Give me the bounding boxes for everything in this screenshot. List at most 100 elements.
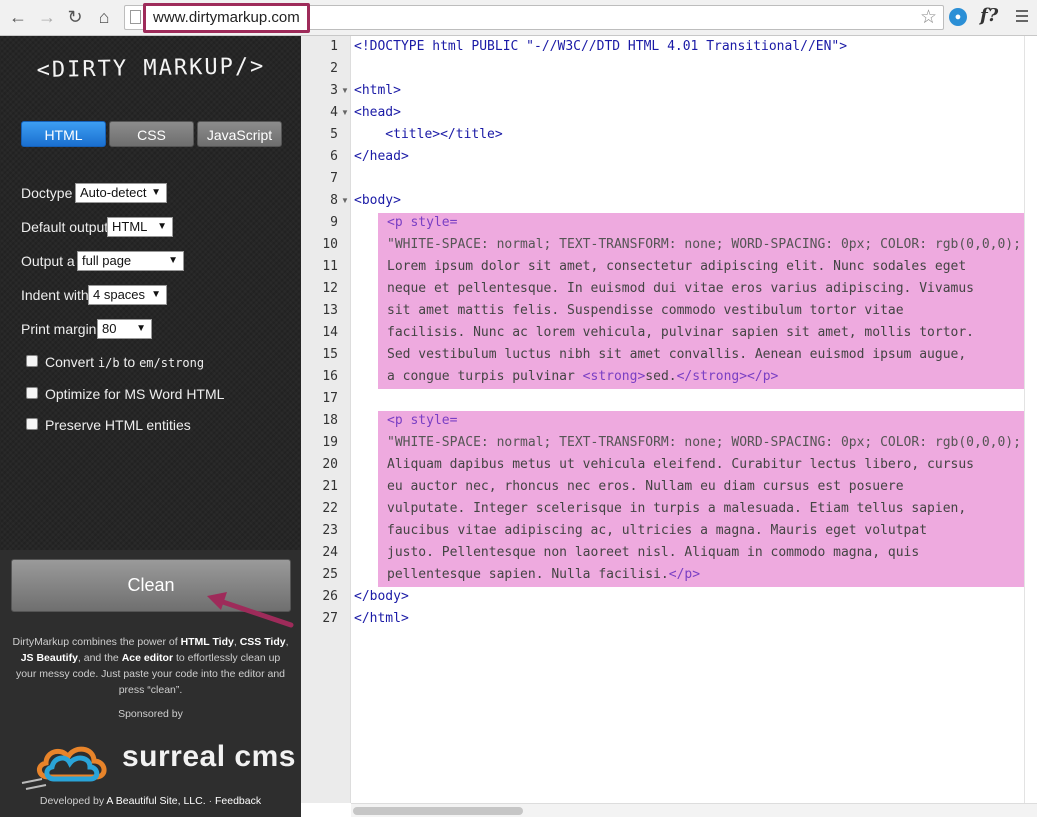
line-number: 12 bbox=[322, 281, 338, 296]
line-number: 1 bbox=[330, 39, 338, 54]
code-text: vulputate. Integer scelerisque in turpis… bbox=[387, 501, 967, 516]
arrow-right-icon[interactable]: → bbox=[36, 6, 58, 28]
line-number: 25 bbox=[322, 567, 338, 582]
sidebar-footer: Clean DirtyMarkup combines the power of … bbox=[0, 550, 301, 817]
code-line: pellentesque sapien. Nulla facilisi.</p> bbox=[387, 564, 700, 586]
line-number: 15 bbox=[322, 347, 338, 362]
indent-label: Indent with bbox=[21, 287, 89, 303]
tab-html[interactable]: HTML bbox=[21, 121, 106, 147]
sponsored-label: Sponsored by bbox=[118, 708, 183, 720]
convert-label: Convert i/b to em/strong bbox=[45, 353, 204, 372]
optimize-label: Optimize for MS Word HTML bbox=[45, 386, 225, 402]
code-text: Sed vestibulum luctus nibh sit amet conv… bbox=[387, 347, 967, 362]
print-margin-value: 80 bbox=[102, 321, 117, 336]
line-number: 21 bbox=[322, 479, 338, 494]
css-tidy-link[interactable]: CSS Tidy bbox=[240, 636, 286, 648]
line-number: 8 bbox=[330, 193, 338, 208]
code-text: faucibus vitae adipiscing ac, ultricies … bbox=[387, 523, 928, 538]
code-line: faucibus vitae adipiscing ac, ultricies … bbox=[387, 520, 927, 542]
code-line: neque et pellentesque. In euismod dui vi… bbox=[387, 278, 974, 300]
code-line: Lorem ipsum dolor sit amet, consectetur … bbox=[387, 256, 966, 278]
convert-to: to bbox=[123, 354, 136, 370]
code-string: "WHITE-SPACE: normal; TEXT-TRANSFORM: no… bbox=[387, 237, 1021, 252]
chevron-down-icon: ▼ bbox=[136, 323, 146, 334]
horizontal-scrollbar[interactable] bbox=[351, 803, 1037, 817]
scrollbar-thumb[interactable] bbox=[353, 807, 523, 815]
line-number: 2 bbox=[330, 61, 338, 76]
code-line: vulputate. Integer scelerisque in turpis… bbox=[387, 498, 966, 520]
line-number: 9 bbox=[330, 215, 338, 230]
default-output-label: Default output bbox=[21, 219, 109, 235]
line-number: 26 bbox=[322, 589, 338, 604]
logo: <DIRTY MARKUP/> bbox=[36, 54, 266, 83]
line-number: 4 bbox=[330, 105, 338, 120]
extension-icon[interactable]: ● bbox=[949, 8, 967, 26]
convert-checkbox[interactable] bbox=[26, 355, 38, 367]
star-icon[interactable]: ☆ bbox=[920, 7, 937, 29]
line-number: 24 bbox=[322, 545, 338, 560]
fold-arrow-icon[interactable]: ▼ bbox=[341, 80, 349, 102]
sponsor-name[interactable]: surreal cms bbox=[122, 740, 296, 774]
html-tidy-link[interactable]: HTML Tidy bbox=[181, 636, 234, 648]
preserve-label: Preserve HTML entities bbox=[45, 417, 191, 433]
default-output-value: HTML bbox=[112, 219, 148, 234]
surreal-cms-logo-icon[interactable] bbox=[20, 735, 120, 795]
fonts-extension-icon[interactable]: f? bbox=[980, 5, 998, 26]
code-line: facilisis. Nunc ac lorem vehicula, pulvi… bbox=[387, 322, 974, 344]
desc-text-2: , and the bbox=[77, 652, 119, 664]
developer-link[interactable]: A Beautiful Site, LLC. bbox=[106, 795, 205, 807]
optimize-checkbox[interactable] bbox=[26, 387, 38, 399]
code-tag: <p style= bbox=[387, 413, 458, 428]
code-text: Aliquam dapibus metus ut vehicula eleife… bbox=[387, 457, 974, 472]
browser-toolbar: ← → ↻ ⌂ www.dirtymarkup.com ☆ ● f? bbox=[0, 0, 1037, 36]
description: DirtyMarkup combines the power of HTML T… bbox=[12, 636, 289, 696]
code-line: <p style= bbox=[387, 212, 457, 234]
preserve-checkbox[interactable] bbox=[26, 418, 38, 430]
code-text: sit amet mattis felis. Suspendisse commo… bbox=[387, 303, 904, 318]
convert-code-ib: i/b bbox=[97, 356, 120, 370]
fold-arrow-icon[interactable]: ▼ bbox=[341, 102, 349, 124]
line-number: 23 bbox=[322, 523, 338, 538]
line-number: 10 bbox=[322, 237, 338, 252]
tab-css[interactable]: CSS bbox=[109, 121, 194, 147]
code-line: </head> bbox=[354, 146, 409, 168]
code-text: pellentesque sapien. Nulla facilisi. bbox=[387, 567, 669, 582]
chevron-down-icon: ▼ bbox=[151, 187, 161, 198]
feedback-link[interactable]: Feedback bbox=[215, 795, 261, 807]
code-string: "WHITE-SPACE: normal; TEXT-TRANSFORM: no… bbox=[387, 435, 1021, 450]
menu-icon[interactable] bbox=[1016, 10, 1028, 25]
output-a-select[interactable]: full page ▼ bbox=[77, 251, 184, 271]
chevron-down-icon: ▼ bbox=[151, 289, 161, 300]
doctype-label: Doctype bbox=[21, 185, 73, 201]
ace-editor-link[interactable]: Ace editor bbox=[122, 652, 173, 664]
print-margin-select[interactable]: 80 ▼ bbox=[97, 319, 152, 339]
home-icon[interactable]: ⌂ bbox=[93, 6, 115, 28]
code-tag: </p> bbox=[668, 567, 701, 582]
line-number: 17 bbox=[322, 391, 338, 406]
default-output-select[interactable]: HTML ▼ bbox=[107, 217, 173, 237]
url-text[interactable]: www.dirtymarkup.com bbox=[143, 3, 310, 33]
code-text: facilisis. Nunc ac lorem vehicula, pulvi… bbox=[387, 325, 974, 340]
line-number: 19 bbox=[322, 435, 338, 450]
js-beautify-link[interactable]: JS Beautify bbox=[21, 652, 78, 664]
line-number: 18 bbox=[322, 413, 338, 428]
print-margin-label: Print margin bbox=[21, 321, 97, 337]
indent-select[interactable]: 4 spaces ▼ bbox=[88, 285, 167, 305]
code-line: </body> bbox=[354, 586, 409, 608]
arrow-left-icon[interactable]: ← bbox=[7, 6, 29, 28]
code-line: </html> bbox=[354, 608, 409, 630]
line-number: 6 bbox=[330, 149, 338, 164]
doctype-select[interactable]: Auto-detect ▼ bbox=[75, 183, 167, 203]
line-number: 13 bbox=[322, 303, 338, 318]
code-tag: <strong> bbox=[582, 369, 646, 384]
code-line: Aliquam dapibus metus ut vehicula eleife… bbox=[387, 454, 974, 476]
address-bar[interactable]: www.dirtymarkup.com ☆ bbox=[124, 3, 944, 33]
code-line: Sed vestibulum luctus nibh sit amet conv… bbox=[387, 344, 966, 366]
code-tag: <p style= bbox=[387, 215, 458, 230]
code-text: eu auctor nec, rhoncus nec eros. Nullam … bbox=[387, 479, 904, 494]
sidebar: <DIRTY MARKUP/> HTML CSS JavaScript Doct… bbox=[0, 36, 301, 817]
tab-javascript[interactable]: JavaScript bbox=[197, 121, 282, 147]
code-tag: <body> bbox=[354, 193, 401, 208]
fold-arrow-icon[interactable]: ▼ bbox=[341, 190, 349, 212]
reload-icon[interactable]: ↻ bbox=[64, 6, 86, 28]
